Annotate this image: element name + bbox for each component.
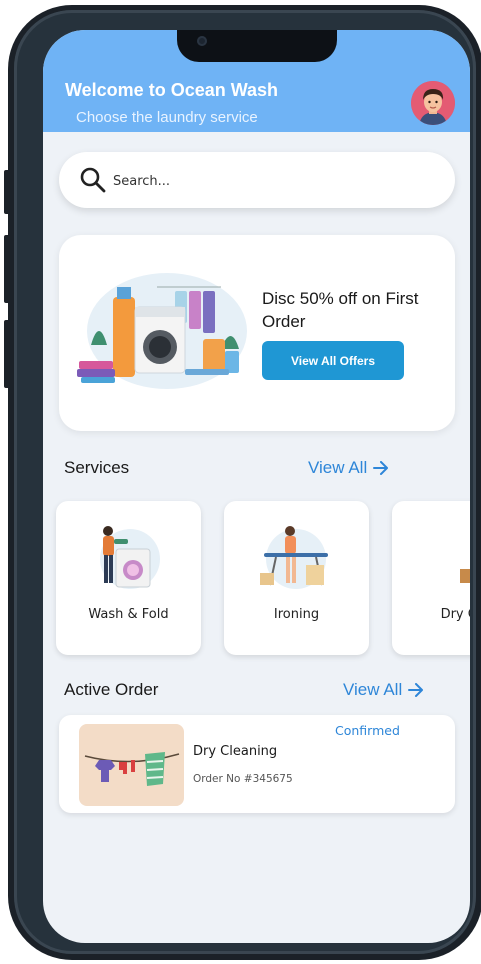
phone-volume-up-button — [4, 235, 10, 303]
clothesline-icon — [84, 752, 180, 786]
order-status-badge: Confirmed — [335, 723, 400, 738]
order-number: Order No #345675 — [193, 773, 293, 785]
service-label: Wash & Fold — [88, 607, 169, 622]
search-icon[interactable] — [79, 166, 107, 194]
service-card-wash-fold[interactable]: Wash & Fold — [56, 501, 201, 655]
view-all-label: View All — [343, 680, 403, 699]
phone-side-button — [4, 170, 10, 214]
welcome-title: Welcome to Ocean Wash — [65, 80, 279, 100]
service-card-dry-cleaning[interactable]: Dry Cle — [392, 501, 470, 655]
order-thumbnail — [79, 724, 184, 806]
active-order-view-all-link[interactable]: View All — [343, 680, 424, 700]
view-all-label: View All — [308, 458, 368, 477]
service-label: Ironing — [273, 607, 320, 622]
active-order-card[interactable]: Dry Cleaning Order No #345675 Confirmed — [59, 715, 455, 813]
app-screen: Welcome to Ocean Wash Choose the laundry… — [43, 30, 470, 943]
phone-notch — [177, 30, 337, 62]
dry-cleaning-icon — [460, 569, 470, 583]
service-card-ironing[interactable]: Ironing — [224, 501, 369, 655]
promo-banner: Disc 50% off on First Order View All Off… — [59, 235, 455, 431]
services-title: Services — [64, 458, 130, 477]
services-view-all-link[interactable]: View All — [308, 458, 389, 478]
service-label: Dry Cle — [440, 607, 470, 622]
ironing-icon — [260, 526, 328, 589]
washing-machine-icon — [100, 526, 160, 589]
promo-title: Disc 50% off on First Order — [262, 289, 419, 331]
search-bar[interactable] — [59, 152, 455, 208]
camera-icon — [197, 36, 207, 46]
arrow-right-icon — [408, 683, 424, 697]
view-all-offers-button[interactable]: View All Offers — [262, 341, 404, 380]
user-avatar[interactable] — [411, 81, 455, 125]
search-input[interactable] — [111, 169, 435, 193]
order-service-name: Dry Cleaning — [193, 744, 278, 759]
avatar-icon — [411, 81, 455, 125]
welcome-subtitle: Choose the laundry service — [76, 109, 258, 126]
laundry-illustration — [77, 273, 247, 389]
active-order-title: Active Order — [64, 680, 159, 699]
phone-volume-down-button — [4, 320, 10, 388]
arrow-right-icon — [373, 461, 389, 475]
